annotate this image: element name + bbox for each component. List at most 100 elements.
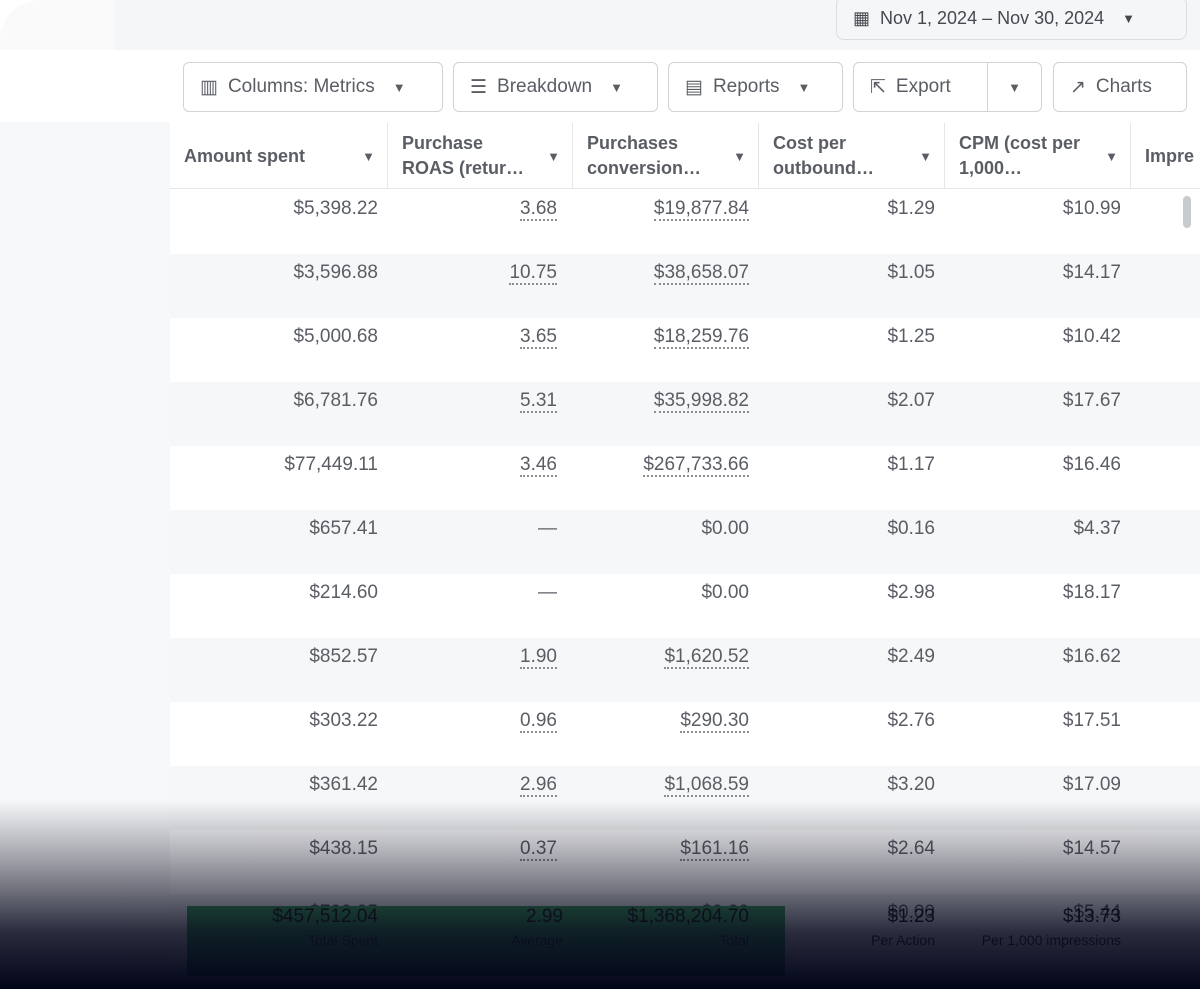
- table-cell: $10.42: [1062, 326, 1121, 347]
- table-cell: [1131, 382, 1200, 446]
- table-row: $438.15 0.37 $161.16 $2.64 $14.57: [170, 830, 1200, 894]
- table-cell: —: [538, 582, 557, 603]
- breakdown-label: Breakdown: [497, 76, 593, 97]
- table-cell: [1131, 766, 1200, 830]
- table-cell[interactable]: $290.30: [573, 702, 759, 766]
- left-pane: [0, 122, 170, 989]
- total-roas: 2.99 Average: [511, 906, 563, 948]
- table-cell: $214.60: [309, 582, 378, 603]
- table-cell: $3,596.88: [293, 262, 378, 283]
- table-cell[interactable]: $161.16: [573, 830, 759, 894]
- table-cell: [1131, 830, 1200, 894]
- sort-caret-icon: ▼: [733, 148, 746, 164]
- calendar-icon: ▦: [853, 7, 871, 28]
- header-amount-spent[interactable]: Amount spent ▼: [170, 123, 388, 189]
- table-cell[interactable]: 5.31: [388, 382, 573, 446]
- reports-icon: ▤: [685, 76, 703, 98]
- table-cell: [1131, 318, 1200, 382]
- table-cell[interactable]: $18,259.76: [573, 318, 759, 382]
- sort-caret-icon: ▼: [547, 148, 560, 164]
- table-cell[interactable]: 3.46: [388, 446, 573, 510]
- table-body: $5,398.22 3.68 $19,877.84 $1.29 $10.99 $3,596…: [170, 190, 1200, 958]
- header-purchase-roas[interactable]: Purchase ROAS (retur… ▼: [388, 123, 573, 189]
- table-cell[interactable]: 3.68: [388, 190, 573, 254]
- chevron-down-icon: ▼: [392, 79, 406, 95]
- table-row: $214.60 — $0.00 $2.98 $18.17: [170, 574, 1200, 638]
- table-row: $303.22 0.96 $290.30 $2.76 $17.51: [170, 702, 1200, 766]
- table-cell[interactable]: $267,733.66: [573, 446, 759, 510]
- table-cell[interactable]: 3.65: [388, 318, 573, 382]
- header-cpm[interactable]: CPM (cost per 1,000… ▼: [945, 123, 1131, 189]
- totals-row: $457,512.04 Total Spent 2.99 Average $1,36…: [170, 906, 1200, 966]
- table-cell: $852.57: [309, 646, 378, 667]
- header-impressions[interactable]: Impre: [1131, 123, 1200, 189]
- table-row: $361.42 2.96 $1,068.59 $3.20 $17.09: [170, 766, 1200, 830]
- table-cell: $17.67: [1062, 390, 1121, 411]
- table-cell[interactable]: $35,998.82: [573, 382, 759, 446]
- table-cell[interactable]: 1.90: [388, 638, 573, 702]
- table-row: $852.57 1.90 $1,620.52 $2.49 $16.62: [170, 638, 1200, 702]
- window-corner: [0, 0, 115, 50]
- date-range-picker[interactable]: ▦ Nov 1, 2024 – Nov 30, 2024 ▼: [836, 0, 1187, 40]
- table-cell: $16.46: [1062, 454, 1121, 475]
- table-cell: $6,781.76: [293, 390, 378, 411]
- charts-label: Charts: [1095, 76, 1152, 97]
- table-cell: $303.22: [309, 710, 378, 731]
- table-cell: $17.51: [1062, 710, 1121, 731]
- total-amount-spent: $457,512.04 Total Spent: [272, 906, 378, 948]
- table-cell[interactable]: $38,658.07: [573, 254, 759, 318]
- table-cell: $14.57: [1062, 838, 1121, 859]
- table-cell: $18.17: [1062, 582, 1121, 603]
- table-cell: $10.99: [1062, 198, 1121, 219]
- table-cell[interactable]: $1,068.59: [573, 766, 759, 830]
- table-cell: $657.41: [309, 518, 378, 539]
- reports-button[interactable]: ▤ Reports ▼: [668, 62, 843, 112]
- charts-button[interactable]: ↗ Charts: [1053, 62, 1187, 112]
- total-purchases: $1,368,204.70 Total: [627, 906, 749, 948]
- table-cell: $1.25: [887, 326, 935, 347]
- table-cell[interactable]: $1,620.52: [573, 638, 759, 702]
- total-cost-per: $1.23 Per Action: [871, 906, 935, 948]
- header-cost-per-outbound[interactable]: Cost per outbound… ▼: [759, 123, 945, 189]
- table-cell: $1.17: [887, 454, 935, 475]
- table-cell: $5,000.68: [293, 326, 378, 347]
- table-cell: $2.98: [887, 582, 935, 603]
- table-header: Amount spent ▼ Purchase ROAS (retur… ▼ Pur…: [170, 123, 1200, 189]
- table-cell[interactable]: 10.75: [388, 254, 573, 318]
- table-cell[interactable]: 0.96: [388, 702, 573, 766]
- table-cell[interactable]: $19,877.84: [573, 190, 759, 254]
- table-row: $3,596.88 10.75 $38,658.07 $1.05 $14.17: [170, 254, 1200, 318]
- chevron-down-icon: ▼: [610, 79, 623, 95]
- header-label: Cost per outbound…: [773, 133, 874, 178]
- table-cell[interactable]: 0.37: [388, 830, 573, 894]
- table-cell: $1.29: [887, 198, 935, 219]
- header-purchases-conversion[interactable]: Purchases conversion… ▼: [573, 123, 759, 189]
- table-cell: $361.42: [309, 774, 378, 795]
- scrollbar[interactable]: [1183, 196, 1191, 228]
- table-row: $6,781.76 5.31 $35,998.82 $2.07 $17.67: [170, 382, 1200, 446]
- table-row: $5,000.68 3.65 $18,259.76 $1.25 $10.42: [170, 318, 1200, 382]
- table-cell: [1131, 638, 1200, 702]
- table-cell: $77,449.11: [284, 454, 378, 475]
- table-cell: [1131, 254, 1200, 318]
- columns-button[interactable]: ▥ Columns: Metrics ▼: [183, 62, 443, 112]
- chevron-down-icon: ▼: [1008, 79, 1021, 95]
- chevron-down-icon: ▼: [797, 79, 811, 95]
- table-row: $5,398.22 3.68 $19,877.84 $1.29 $10.99: [170, 190, 1200, 254]
- table-cell: [1131, 446, 1200, 510]
- table-cell: $5,398.22: [293, 198, 378, 219]
- table-cell: $2.76: [887, 710, 935, 731]
- total-cpm: $13.73 Per 1,000 impressions: [981, 906, 1121, 948]
- table-cell: [1131, 574, 1200, 638]
- table-cell[interactable]: 2.96: [388, 766, 573, 830]
- breakdown-button[interactable]: ☰ Breakdown ▼: [453, 62, 658, 112]
- header-label: Purchases conversion…: [587, 133, 702, 178]
- export-button[interactable]: ⇱ Export: [853, 62, 988, 112]
- table-cell: $17.09: [1062, 774, 1121, 795]
- table-cell: $3.20: [887, 774, 935, 795]
- table-cell: $2.07: [887, 390, 935, 411]
- columns-label: Columns: Metrics: [227, 76, 375, 97]
- table-cell: $4.37: [1073, 518, 1121, 539]
- table-cell: —: [538, 518, 557, 539]
- export-menu-button[interactable]: ▼: [987, 62, 1042, 112]
